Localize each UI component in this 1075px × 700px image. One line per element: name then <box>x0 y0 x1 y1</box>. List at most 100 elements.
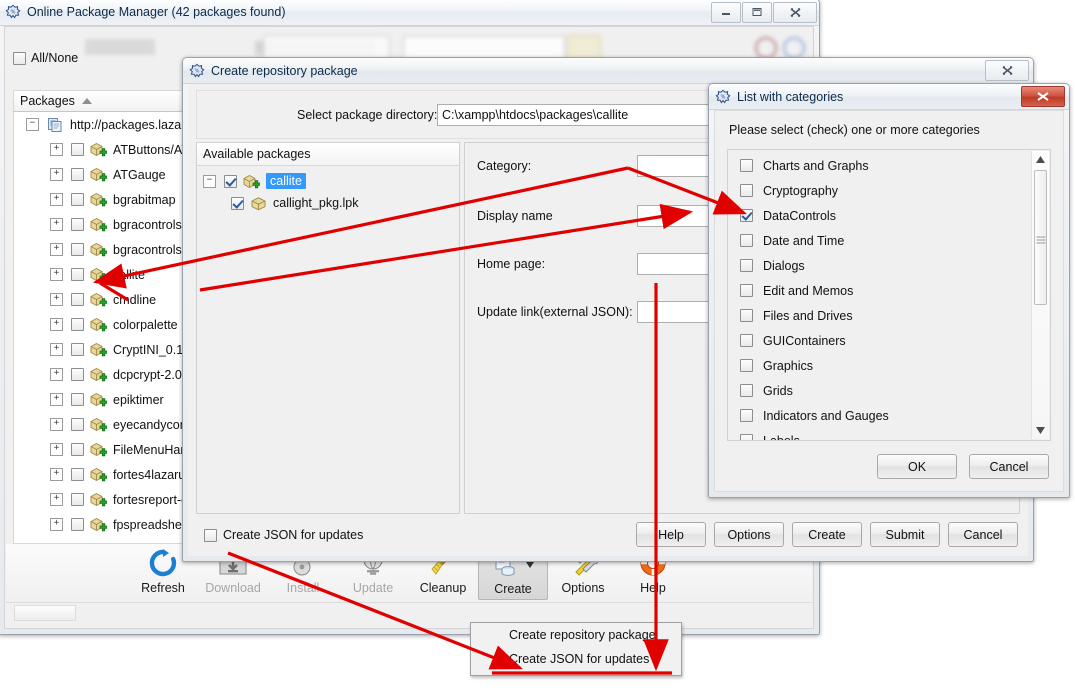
blurred-icon-right[interactable] <box>783 37 805 59</box>
close-button[interactable] <box>773 1 817 23</box>
expander-icon[interactable]: + <box>50 368 63 381</box>
category-item[interactable]: Graphics <box>728 353 1050 378</box>
package-checkbox[interactable] <box>71 393 84 406</box>
expander-icon[interactable]: + <box>50 493 63 506</box>
package-checkbox[interactable] <box>71 193 84 206</box>
category-item[interactable]: Charts and Graphs <box>728 153 1050 178</box>
categories-list[interactable]: Charts and Graphs Cryptography DataControl… <box>727 149 1051 441</box>
create-json-checkbox-box[interactable] <box>204 528 217 542</box>
expander-icon[interactable]: − <box>26 118 39 131</box>
create-json-for-updates-checkbox[interactable]: Create JSON for updates <box>204 528 363 542</box>
expander-icon[interactable]: + <box>50 293 63 306</box>
expander-icon[interactable]: + <box>50 218 63 231</box>
package-checkbox[interactable] <box>71 518 84 531</box>
category-checkbox[interactable] <box>740 309 753 322</box>
package-checkbox[interactable] <box>71 493 84 506</box>
close-icon[interactable] <box>985 60 1029 81</box>
toolbar-button-label: Install <box>286 581 320 595</box>
all-none-checkbox-box[interactable] <box>13 51 26 65</box>
scroll-down-icon[interactable] <box>1032 422 1049 439</box>
package-checkbox[interactable] <box>71 143 84 156</box>
blurred-icon-left[interactable] <box>755 37 777 59</box>
expander-icon[interactable]: − <box>203 174 216 188</box>
package-directory-label: Select package directory: <box>297 107 438 122</box>
minimize-button[interactable] <box>711 1 741 23</box>
package-checkbox[interactable] <box>71 293 84 306</box>
category-checkbox[interactable] <box>740 434 753 440</box>
category-item[interactable]: Edit and Memos <box>728 278 1050 303</box>
lpk-icon <box>250 196 267 211</box>
dialog-button-cancel[interactable]: Cancel <box>948 522 1018 547</box>
expander-icon[interactable]: + <box>50 343 63 356</box>
create-dialog-titlebar[interactable]: % Create repository package <box>183 58 1033 84</box>
dialog-button-help[interactable]: Help <box>636 522 706 547</box>
category-checkbox[interactable] <box>740 259 753 272</box>
package-add-icon <box>90 217 108 232</box>
category-checkbox[interactable] <box>740 334 753 347</box>
main-window-titlebar[interactable]: % Online Package Manager (42 packages fo… <box>0 0 819 26</box>
category-checkbox[interactable] <box>740 359 753 372</box>
category-item[interactable]: Indicators and Gauges <box>728 403 1050 428</box>
package-checkbox[interactable] <box>71 343 84 356</box>
available-package-item[interactable]: − callite <box>197 170 459 192</box>
category-checkbox[interactable] <box>740 284 753 297</box>
create-dropdown-menu[interactable]: Create repository package Create JSON for… <box>470 622 682 676</box>
dialog-button-options[interactable]: Options <box>714 522 784 547</box>
expander-icon[interactable]: + <box>50 318 63 331</box>
category-checkbox[interactable] <box>740 159 753 172</box>
package-field-label: Category: <box>477 159 532 173</box>
category-item[interactable]: Date and Time <box>728 228 1050 253</box>
package-checkbox[interactable] <box>71 418 84 431</box>
package-checkbox[interactable] <box>231 196 244 210</box>
category-item[interactable]: Cryptography <box>728 178 1050 203</box>
expander-icon[interactable]: + <box>50 243 63 256</box>
all-none-checkbox[interactable]: All/None <box>13 51 78 65</box>
category-item[interactable]: Labels <box>728 428 1050 440</box>
package-checkbox[interactable] <box>71 268 84 281</box>
expander-icon[interactable]: + <box>50 268 63 281</box>
expander-icon[interactable]: + <box>50 193 63 206</box>
category-checkbox[interactable] <box>740 234 753 247</box>
package-checkbox[interactable] <box>71 368 84 381</box>
package-checkbox[interactable] <box>71 243 84 256</box>
category-checkbox[interactable] <box>740 384 753 397</box>
dialog-button-submit[interactable]: Submit <box>870 522 940 547</box>
package-checkbox[interactable] <box>71 318 84 331</box>
category-item[interactable]: Dialogs <box>728 253 1050 278</box>
category-checkbox[interactable] <box>740 409 753 422</box>
expander-icon[interactable]: + <box>50 518 63 531</box>
expander-icon[interactable]: + <box>50 418 63 431</box>
package-checkbox[interactable] <box>71 168 84 181</box>
package-add-icon <box>90 367 108 382</box>
category-item[interactable]: Grids <box>728 378 1050 403</box>
available-packages-tree[interactable]: − callite callight_pkg.lpk <box>197 166 459 214</box>
dialog-button-create[interactable]: Create <box>792 522 862 547</box>
expander-icon[interactable]: + <box>50 468 63 481</box>
categories-button-cancel[interactable]: Cancel <box>969 454 1049 479</box>
category-item[interactable]: DataControls <box>728 203 1050 228</box>
category-checkbox[interactable] <box>740 209 753 222</box>
package-checkbox[interactable] <box>71 443 84 456</box>
categories-button-ok[interactable]: OK <box>877 454 957 479</box>
categories-dialog-titlebar[interactable]: % List with categories <box>709 84 1069 110</box>
category-item[interactable]: GUIContainers <box>728 328 1050 353</box>
available-package-item[interactable]: callight_pkg.lpk <box>197 192 459 214</box>
category-checkbox[interactable] <box>740 184 753 197</box>
close-icon[interactable] <box>1021 86 1065 107</box>
expander-icon[interactable]: + <box>50 143 63 156</box>
scrollbar-thumb[interactable] <box>1034 170 1047 305</box>
package-label: ATGauge <box>113 167 166 182</box>
categories-scrollbar[interactable] <box>1031 151 1049 439</box>
package-checkbox[interactable] <box>71 218 84 231</box>
package-checkbox[interactable] <box>71 468 84 481</box>
category-item[interactable]: Files and Drives <box>728 303 1050 328</box>
package-checkbox[interactable] <box>224 174 237 188</box>
package-label: colorpalette <box>113 317 178 332</box>
expander-icon[interactable]: + <box>50 393 63 406</box>
expander-icon[interactable]: + <box>50 168 63 181</box>
scroll-up-icon[interactable] <box>1032 151 1049 168</box>
expander-icon[interactable]: + <box>50 443 63 456</box>
create-menu-item[interactable]: Create JSON for updates <box>471 647 681 671</box>
create-menu-item[interactable]: Create repository package <box>471 623 681 647</box>
maximize-button[interactable] <box>742 1 772 23</box>
